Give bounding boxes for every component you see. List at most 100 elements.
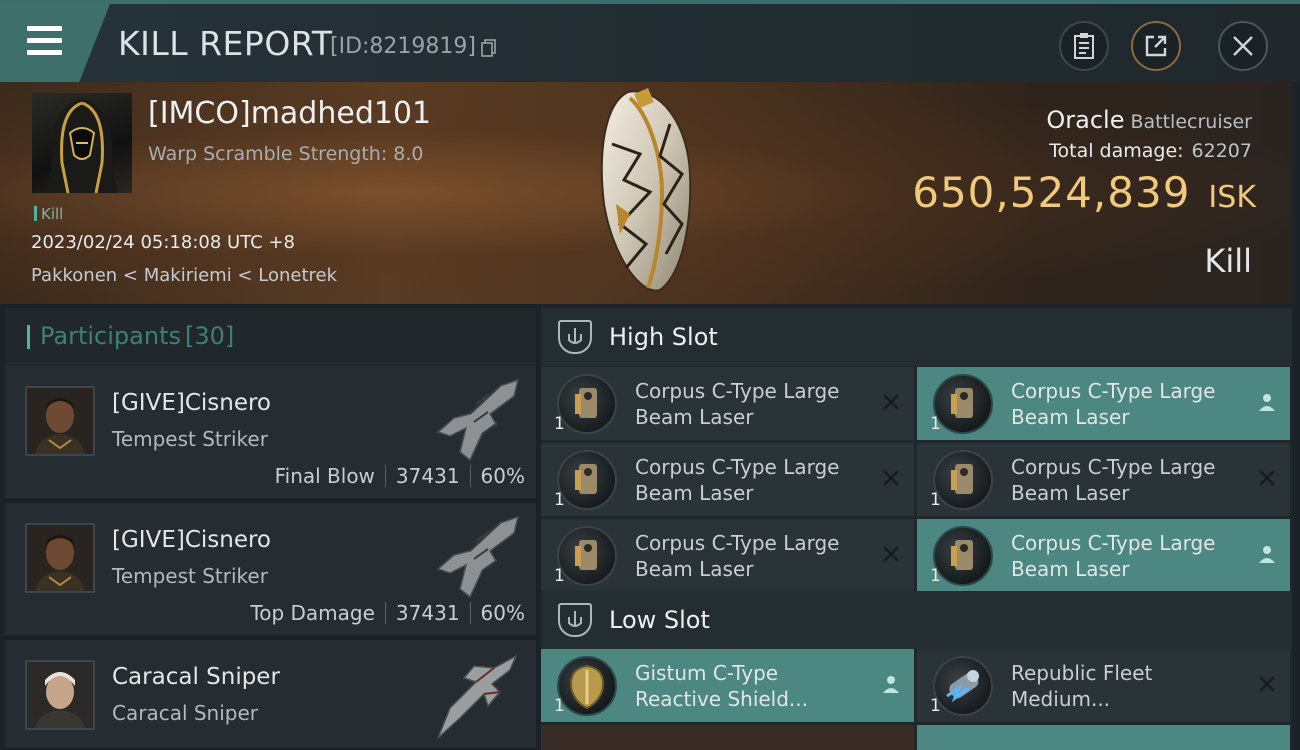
module-item[interactable]: 1 Corpus C-Type Large Beam Laser — [917, 443, 1290, 516]
hooded-figure-image — [46, 99, 118, 193]
module-quantity: 1 — [554, 566, 565, 586]
isk-unit: ISK — [1208, 180, 1256, 215]
fitting-panel: High Slot 1 Corpus C-Type Large Beam Las… — [541, 308, 1292, 750]
module-item[interactable]: 1 Corpus C-Type Large Beam Laser — [541, 367, 914, 440]
isk-amount: 650,524,839 — [912, 168, 1191, 217]
person-icon — [883, 676, 899, 693]
victim-ship[interactable]: Oracle Battlecruiser — [1046, 106, 1252, 134]
participant-ship: Tempest Striker — [112, 427, 268, 451]
beam-laser-icon — [557, 374, 617, 434]
module-name: Corpus C-Type Large Beam Laser — [1011, 379, 1216, 429]
beam-laser-icon — [557, 450, 617, 510]
clipboard-button[interactable] — [1059, 21, 1109, 71]
destroyed-icon — [883, 394, 899, 410]
participants-count: [30] — [184, 322, 235, 350]
ship-silhouette-image — [436, 378, 520, 462]
low-slot-title: Low Slot — [609, 606, 710, 634]
low-slot-icon — [558, 603, 592, 637]
module-item[interactable]: 1 Corpus C-Type Large Beam Laser — [541, 443, 914, 516]
accent-bar — [27, 325, 30, 349]
participant-card[interactable]: [GIVE]Cisnero Tempest Striker Final Blow… — [5, 366, 536, 500]
menu-button[interactable] — [0, 4, 110, 82]
pilot-portrait-image — [27, 525, 93, 591]
destroyed-icon — [1259, 676, 1275, 692]
pilot-avatar[interactable] — [25, 523, 95, 593]
destroyed-icon — [1259, 470, 1275, 486]
beam-laser-icon — [933, 450, 993, 510]
participant-card[interactable]: [GIVE]Cisnero Tempest Striker Top Damage… — [5, 503, 536, 637]
high-slot-header: High Slot — [541, 308, 1292, 366]
share-icon — [1145, 35, 1167, 57]
participant-card[interactable]: Caracal Sniper Caracal Sniper — [5, 640, 536, 750]
hamburger-icon — [27, 26, 62, 62]
divider — [384, 465, 386, 487]
participants-label: Participants — [40, 322, 181, 350]
module-quantity: 1 — [930, 490, 941, 510]
ship-name: Oracle — [1046, 106, 1125, 134]
person-icon — [1259, 394, 1275, 411]
victim-name[interactable]: [IMCO]madhed101 — [148, 96, 431, 131]
person-icon — [1259, 546, 1275, 563]
close-icon — [1233, 36, 1253, 56]
warp-scramble-strength: Warp Scramble Strength: 8.0 — [148, 143, 424, 165]
divider — [384, 602, 386, 624]
ship-render-image — [600, 88, 692, 292]
participant-role: Top Damage — [250, 601, 375, 625]
kill-datetime: 2023/02/24 05:18:08 UTC +8 — [31, 232, 295, 253]
capacitor-booster-icon — [933, 656, 993, 716]
shield-icon — [557, 656, 617, 716]
kill-location[interactable]: Pakkonen < Makiriemi < Lonetrek — [31, 265, 337, 286]
destroyed-icon — [883, 546, 899, 562]
pilot-avatar[interactable] — [25, 660, 95, 730]
high-slot-icon — [558, 320, 592, 354]
high-slot-title: High Slot — [609, 323, 718, 351]
module-item[interactable]: 1 Gistum C-Type Reactive Shield... — [541, 649, 914, 722]
page-title: KILL REPORT — [118, 24, 333, 63]
participants-panel: Participants [30] [GIVE]Cisnero Tempest S… — [5, 308, 536, 750]
module-name: Corpus C-Type Large Beam Laser — [635, 379, 840, 429]
module-name: Gistum C-Type Reactive Shield... — [635, 661, 809, 711]
beam-laser-icon — [933, 374, 993, 434]
participant-name[interactable]: Caracal Sniper — [112, 664, 280, 690]
pilot-portrait-image — [27, 388, 93, 454]
kill-type-tag: Kill — [34, 205, 63, 223]
pilot-avatar[interactable] — [25, 386, 95, 456]
module-item[interactable]: 1 Corpus C-Type Large Beam Laser — [541, 519, 914, 592]
participant-percent: 60% — [480, 464, 525, 488]
participant-damage: 37431 — [395, 601, 460, 625]
module-name: Corpus C-Type Large Beam Laser — [1011, 531, 1216, 581]
copy-icon[interactable] — [481, 39, 497, 57]
beam-laser-icon — [933, 526, 993, 586]
module-name: Republic Fleet Medium... — [1011, 661, 1153, 711]
total-damage: Total damage: 62207 — [1049, 140, 1252, 162]
close-button[interactable] — [1218, 21, 1268, 71]
participant-damage: 37431 — [395, 464, 460, 488]
participants-title: Participants [30] — [40, 322, 234, 350]
module-name: Corpus C-Type Large Beam Laser — [635, 455, 840, 505]
total-damage-label: Total damage: — [1049, 140, 1184, 162]
divider — [469, 602, 471, 624]
module-item-partial[interactable] — [541, 725, 914, 750]
divider — [469, 465, 471, 487]
module-item[interactable]: 1 Corpus C-Type Large Beam Laser — [917, 367, 1290, 440]
ship-class: Battlecruiser — [1130, 111, 1252, 133]
clipboard-icon — [1074, 33, 1094, 59]
report-id: [ID:8219819] — [330, 34, 476, 59]
victim-banner: [IMCO]madhed101 Warp Scramble Strength: … — [0, 82, 1292, 304]
module-item[interactable]: 1 Corpus C-Type Large Beam Laser — [917, 519, 1290, 592]
title-bar: KILL REPORT [ID:8219819] — [0, 0, 1300, 82]
beam-laser-icon — [557, 526, 617, 586]
participant-name[interactable]: [GIVE]Cisnero — [112, 527, 271, 553]
isk-value: 650,524,839 ISK — [912, 168, 1256, 217]
module-quantity: 1 — [930, 696, 941, 716]
victim-portrait[interactable] — [32, 93, 132, 193]
participant-name[interactable]: [GIVE]Cisnero — [112, 390, 271, 416]
share-button[interactable] — [1131, 21, 1181, 71]
module-item-partial[interactable] — [917, 725, 1290, 750]
pilot-portrait-image — [27, 662, 93, 728]
module-quantity: 1 — [554, 696, 565, 716]
ship-silhouette-image — [436, 515, 520, 599]
module-quantity: 1 — [930, 414, 941, 434]
module-item[interactable]: 1 Republic Fleet Medium... — [917, 649, 1290, 722]
module-name: Corpus C-Type Large Beam Laser — [635, 531, 840, 581]
